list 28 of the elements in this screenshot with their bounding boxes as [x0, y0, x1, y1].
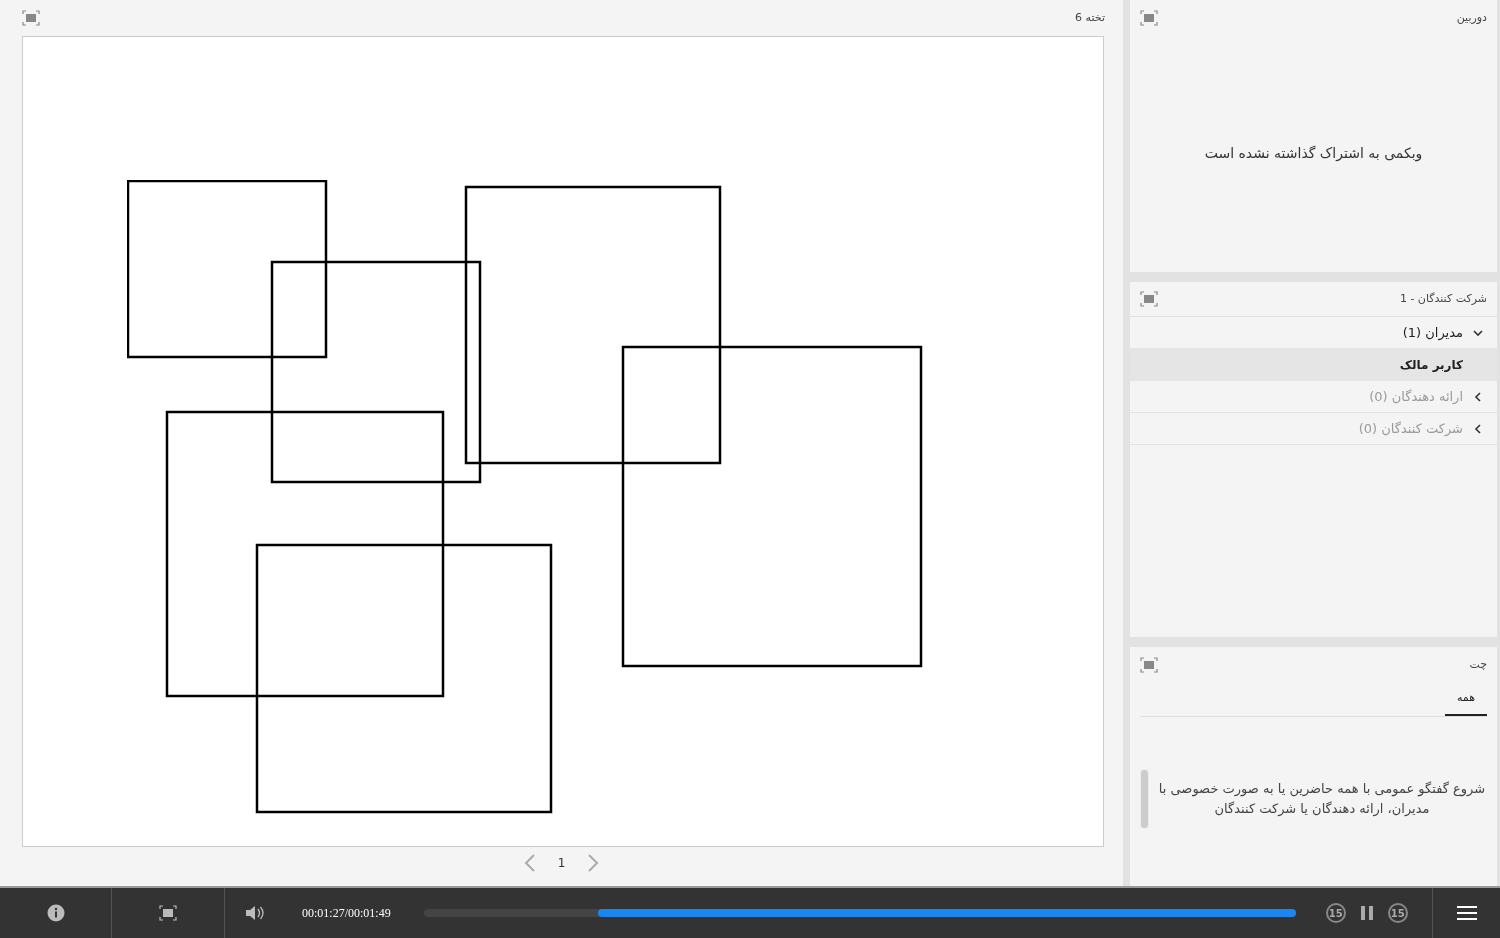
- chat-hint: شروع گفتگو عمومی با همه حاضرین یا به صورت خصوصی با مدیران، ارائه دهندگان یا شرکت کنندگان: [1157, 780, 1487, 819]
- panel-title: شرکت کنندگان - 1: [1399, 290, 1487, 307]
- attendee-name: کاربر مالک: [1399, 357, 1463, 374]
- attendee-row[interactable]: کاربر مالک: [1130, 349, 1497, 381]
- playback-time: 00:01:27/00:01:49: [302, 905, 391, 922]
- group-label: مدیران (1): [1402, 323, 1463, 343]
- chat-tab[interactable]: همه: [1444, 683, 1487, 716]
- page-number: 1: [557, 854, 566, 872]
- panel-title: دوربین: [1456, 9, 1487, 26]
- volume-icon[interactable]: [245, 905, 265, 921]
- fullscreen-icon[interactable]: [1140, 10, 1158, 26]
- chevron-icon[interactable]: [1473, 327, 1483, 338]
- pause-icon[interactable]: [1359, 905, 1374, 921]
- panel-title: چت: [1469, 656, 1487, 673]
- camera-message: وبکمی به اشتراک گذاشته نشده است: [1204, 144, 1423, 164]
- fullscreen-icon[interactable]: [22, 10, 40, 26]
- skip-forward-button[interactable]: 15: [1387, 903, 1408, 923]
- panel-title: تخته 6: [1075, 9, 1105, 26]
- scrollbar[interactable]: [1140, 769, 1149, 829]
- fullscreen-icon[interactable]: [159, 905, 177, 921]
- group-label: ارائه دهندگان (0): [1369, 387, 1463, 406]
- progress-track[interactable]: [423, 909, 1296, 917]
- menu-icon[interactable]: [1456, 905, 1477, 921]
- fullscreen-icon[interactable]: [1140, 291, 1158, 307]
- group-label: شرکت کنندگان (0): [1358, 419, 1463, 438]
- fullscreen-icon[interactable]: [1140, 657, 1158, 673]
- info-icon[interactable]: [46, 904, 65, 922]
- skip-back-button[interactable]: 15: [1325, 903, 1346, 923]
